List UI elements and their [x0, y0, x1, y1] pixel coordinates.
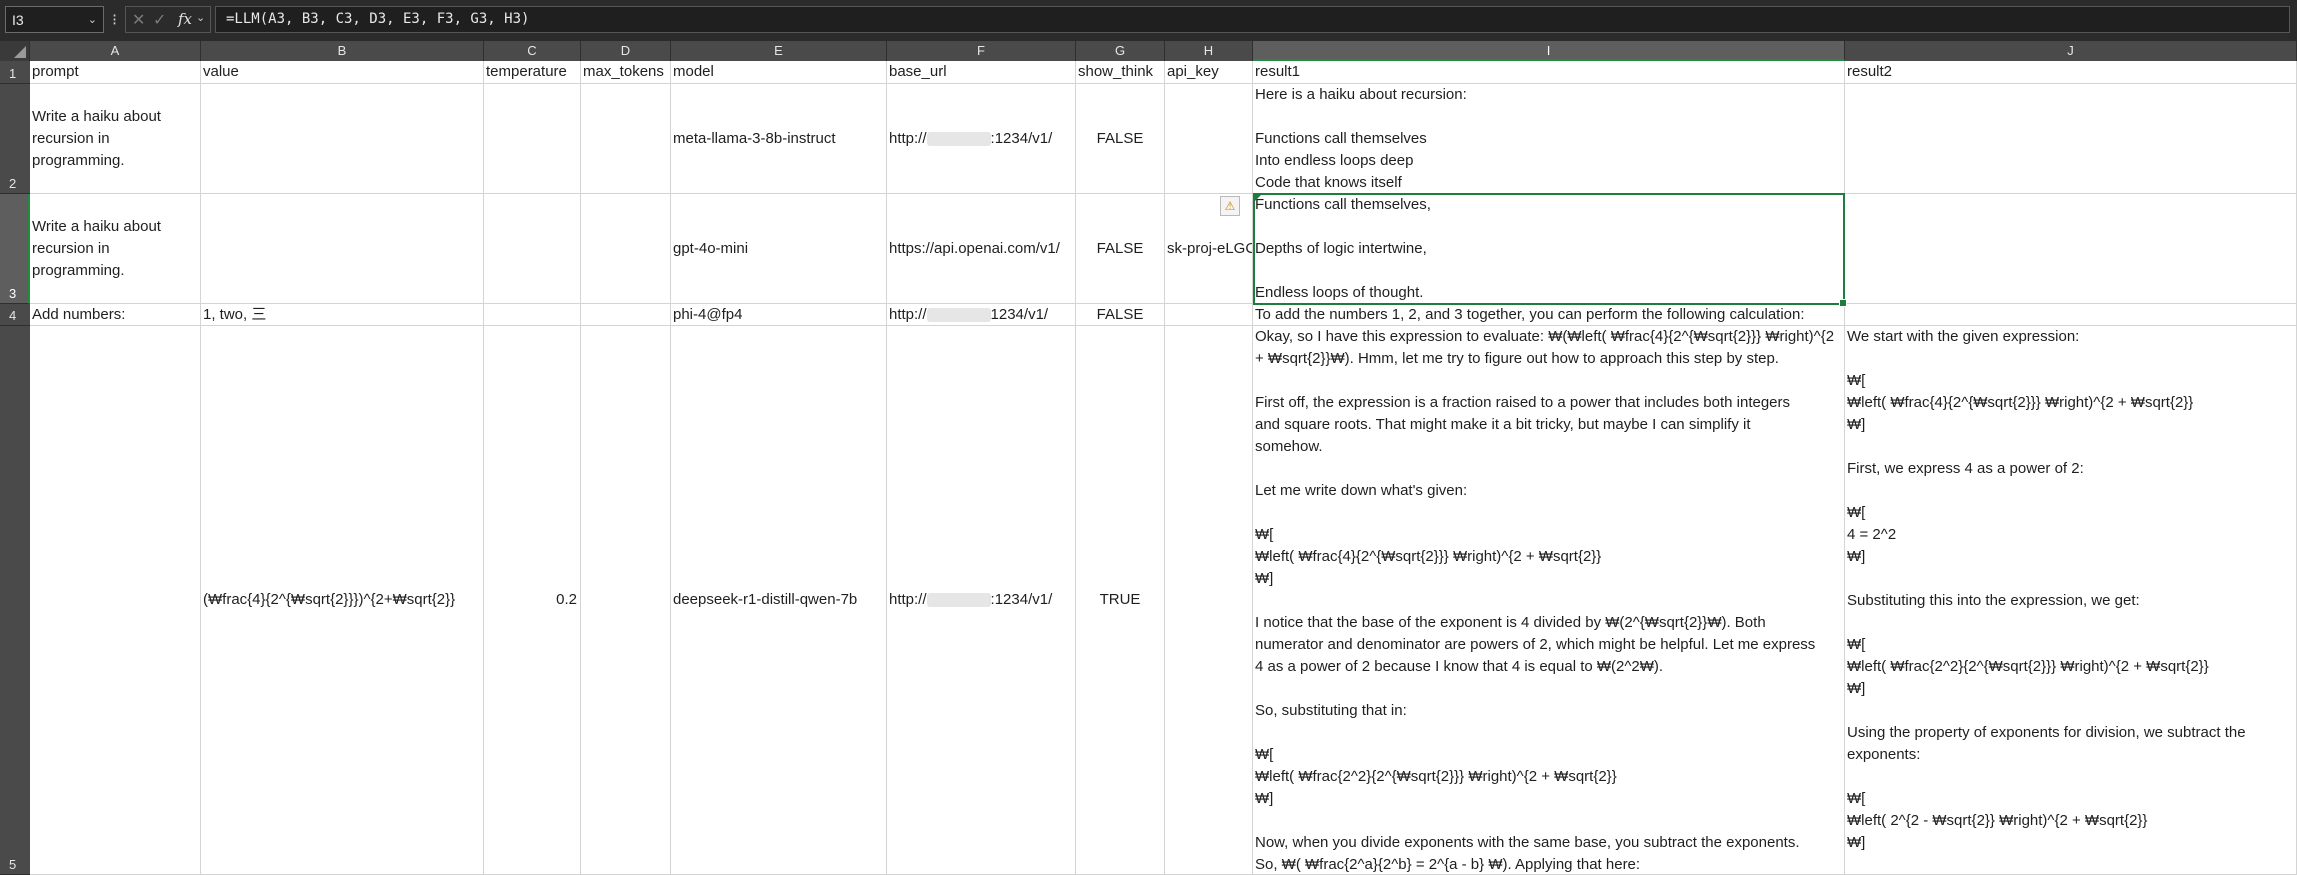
cell-error-indicator: [1255, 195, 1261, 201]
select-all-button[interactable]: [0, 41, 30, 61]
url-suffix: 1234/v1/: [990, 305, 1049, 323]
url-prefix: http://: [889, 129, 927, 147]
cell-c5[interactable]: 0.2: [484, 326, 581, 875]
column-header-h[interactable]: H: [1165, 41, 1253, 61]
cell-g1[interactable]: show_think: [1076, 61, 1165, 84]
column-header-f[interactable]: F: [887, 41, 1076, 61]
formula-bar: I3 ⌄ ⁝ ✕ ✓ fx ⌄ =LLM(A3, B3, C3, D3, E3,…: [0, 0, 2297, 42]
column-header-c[interactable]: C: [484, 41, 581, 61]
cell-d4[interactable]: [581, 304, 671, 326]
column-header-e[interactable]: E: [671, 41, 887, 61]
name-box-value: I3: [12, 12, 24, 28]
url-prefix: http://: [889, 591, 927, 608]
row-header-3[interactable]: 3: [0, 194, 30, 304]
row-header-2[interactable]: 2: [0, 84, 30, 194]
formula-input[interactable]: =LLM(A3, B3, C3, D3, E3, F3, G3, H3): [215, 6, 2290, 33]
cell-i4[interactable]: To add the numbers 1, 2, and 3 together,…: [1253, 304, 1845, 326]
cell-i1[interactable]: result1: [1253, 61, 1845, 84]
expand-formula-icon[interactable]: ⌄: [196, 11, 205, 24]
column-header-b[interactable]: B: [201, 41, 484, 61]
cell-d1[interactable]: max_tokens: [581, 61, 671, 84]
enter-icon[interactable]: ✓: [153, 10, 166, 30]
cell-j2[interactable]: [1845, 84, 2297, 194]
cell-a4[interactable]: Add numbers:: [30, 304, 201, 326]
chevron-down-icon[interactable]: ⌄: [88, 7, 97, 34]
cancel-icon[interactable]: ✕: [132, 10, 145, 30]
more-options-icon[interactable]: ⁝: [112, 10, 117, 30]
cell-h4[interactable]: [1165, 304, 1253, 326]
cell-b5[interactable]: (₩frac{4}{2^{₩sqrt{2}}})^{2+₩sqrt{2}}: [201, 326, 484, 875]
cell-e1[interactable]: model: [671, 61, 887, 84]
cell-h2[interactable]: [1165, 84, 1253, 194]
cell-e4[interactable]: phi-4@fp4: [671, 304, 887, 326]
cell-j3[interactable]: [1845, 194, 2297, 304]
redacted-host: [926, 307, 991, 322]
cell-d2[interactable]: [581, 84, 671, 194]
cell-i2[interactable]: Here is a haiku about recursion: Functio…: [1253, 84, 1845, 194]
cell-f1[interactable]: base_url: [887, 61, 1076, 84]
cell-j4[interactable]: [1845, 304, 2297, 326]
column-header-i[interactable]: I: [1253, 41, 1845, 61]
cell-b4[interactable]: 1, two, 三: [201, 304, 484, 326]
cell-e5[interactable]: deepseek-r1-distill-qwen-7b: [671, 326, 887, 875]
cell-a3[interactable]: Write a haiku about recursion in program…: [30, 194, 201, 304]
column-header-d[interactable]: D: [581, 41, 671, 61]
row-header-4[interactable]: 4: [0, 304, 30, 326]
cell-c4[interactable]: [484, 304, 581, 326]
cell-g3[interactable]: FALSE: [1076, 194, 1165, 304]
url-suffix: :1234/v1/: [990, 591, 1053, 608]
cell-a5[interactable]: [30, 326, 201, 875]
cell-i3[interactable]: Functions call themselves, Depths of log…: [1253, 194, 1845, 304]
cell-c2[interactable]: [484, 84, 581, 194]
cell-g4[interactable]: FALSE: [1076, 304, 1165, 326]
column-header-j[interactable]: J: [1845, 41, 2297, 61]
cell-d3[interactable]: [581, 194, 671, 304]
warning-icon[interactable]: ⚠: [1220, 196, 1240, 216]
cell-i5[interactable]: Okay, so I have this expression to evalu…: [1253, 326, 1845, 875]
name-box[interactable]: I3 ⌄: [5, 6, 104, 33]
cell-g5[interactable]: TRUE: [1076, 326, 1165, 875]
cell-f5[interactable]: http:// :1234/v1/: [887, 326, 1076, 875]
cell-h5[interactable]: [1165, 326, 1253, 875]
cell-d5[interactable]: [581, 326, 671, 875]
cell-f4[interactable]: http:// 1234/v1/: [887, 304, 1076, 326]
cell-a2[interactable]: Write a haiku about recursion in program…: [30, 84, 201, 194]
redacted-host: [926, 593, 991, 607]
cell-c3[interactable]: [484, 194, 581, 304]
cell-e2[interactable]: meta-llama-3-8b-instruct: [671, 84, 887, 194]
cell-f3[interactable]: https://api.openai.com/v1/: [887, 194, 1076, 304]
column-header-g[interactable]: G: [1076, 41, 1165, 61]
cell-h1[interactable]: api_key: [1165, 61, 1253, 84]
url-suffix: :1234/v1/: [990, 129, 1053, 147]
insert-function-icon[interactable]: fx: [178, 10, 192, 28]
cell-b2[interactable]: [201, 84, 484, 194]
cell-j5[interactable]: We start with the given expression: ₩[ ₩…: [1845, 326, 2297, 875]
cell-a1[interactable]: prompt: [30, 61, 201, 84]
cell-b1[interactable]: value: [201, 61, 484, 84]
cell-g2[interactable]: FALSE: [1076, 84, 1165, 194]
row-header-1[interactable]: 1: [0, 61, 30, 84]
cell-j1[interactable]: result2: [1845, 61, 2297, 84]
redacted-host: [926, 131, 991, 146]
column-header-a[interactable]: A: [30, 41, 201, 61]
cell-e3[interactable]: gpt-4o-mini: [671, 194, 887, 304]
row-header-5[interactable]: 5: [0, 326, 30, 875]
cell-b3[interactable]: [201, 194, 484, 304]
url-prefix: http://: [889, 305, 927, 323]
cell-c1[interactable]: temperature: [484, 61, 581, 84]
cell-f2[interactable]: http:// :1234/v1/: [887, 84, 1076, 194]
